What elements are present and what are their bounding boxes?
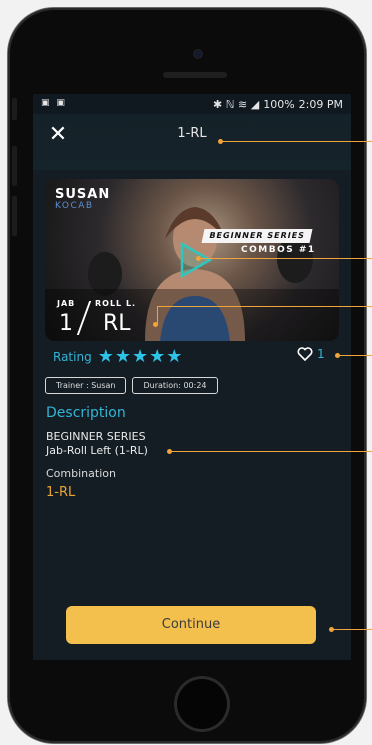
volume-down-button (12, 196, 17, 236)
video-thumbnail[interactable]: SUSAN KOCAB BEGINNER SERIES COMBOS #1 JA… (45, 179, 339, 341)
speaker (163, 72, 227, 78)
signal-icons: ✱ ℕ ≋ ◢ (213, 98, 260, 111)
move1-value: 1 (59, 311, 73, 336)
callout-line (221, 141, 372, 142)
app-screen: ▣ ▣ ✱ ℕ ≋ ◢ 100% 2:09 PM ✕ 1-RL SUSAN KO… (33, 94, 351, 660)
description-heading: Description (46, 405, 126, 421)
trainer-chip: Trainer : Susan (45, 377, 127, 394)
description-series: BEGINNER SERIES (46, 430, 146, 443)
heart-icon (297, 347, 313, 361)
duration-chip: Duration: 00:24 (132, 377, 218, 394)
callout-line (170, 451, 372, 452)
rating-label: Rating (53, 350, 92, 364)
trainer-last-name: KOCAB (55, 201, 94, 211)
star-icon[interactable]: ★ (115, 348, 131, 366)
home-button[interactable] (174, 676, 230, 732)
top-bar: ✕ 1-RL (33, 114, 351, 170)
mute-switch (12, 98, 17, 120)
play-icon[interactable] (176, 241, 214, 279)
info-chips: Trainer : Susan Duration: 00:24 (45, 377, 218, 394)
page-title: 1-RL (177, 126, 207, 141)
combo-tag: COMBOS #1 (241, 245, 316, 255)
callout-line (338, 355, 372, 356)
move2-label: ROLL L. (95, 299, 137, 308)
camera (194, 50, 202, 58)
status-indicators: ✱ ℕ ≋ ◢ 100% 2:09 PM (213, 98, 343, 111)
status-bar: ▣ ▣ ✱ ℕ ≋ ◢ 100% 2:09 PM (33, 94, 351, 114)
combination-value: 1-RL (46, 485, 76, 500)
description-combo: Jab-Roll Left (1-RL) (46, 444, 148, 457)
like-button[interactable]: 1 (297, 347, 325, 361)
move2-value: RL (103, 311, 131, 336)
star-icon[interactable]: ★ (149, 348, 165, 366)
combination-heading: Combination (46, 467, 116, 480)
callout-line (157, 306, 372, 307)
rating-row: Rating ★ ★ ★ ★ ★ (53, 346, 183, 368)
move1-label: JAB (57, 299, 76, 308)
star-icon[interactable]: ★ (98, 348, 114, 366)
notification-icons: ▣ ▣ (41, 98, 67, 108)
trainer-first-name: SUSAN (55, 187, 111, 202)
star-icon[interactable]: ★ (132, 348, 148, 366)
series-tag: BEGINNER SERIES (201, 229, 313, 243)
callout-line (332, 629, 372, 630)
star-icon[interactable]: ★ (166, 348, 182, 366)
volume-up-button (12, 146, 17, 186)
clock: 2:09 PM (298, 98, 343, 111)
battery-level: 100% (263, 98, 295, 111)
callout-line (157, 306, 158, 324)
continue-button[interactable]: Continue (66, 606, 316, 644)
callout-line (199, 258, 372, 259)
like-count: 1 (317, 347, 325, 361)
